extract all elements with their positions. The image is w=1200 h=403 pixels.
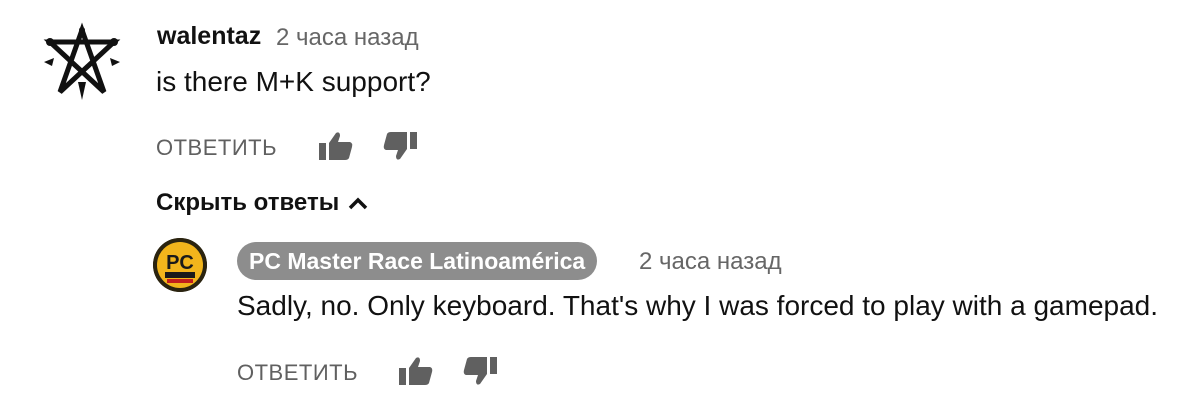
reply-text: Sadly, no. Only keyboard. That's why I w… (237, 290, 1159, 321)
comment-author[interactable]: walentaz (157, 22, 261, 51)
thumbs-up-icon[interactable] (398, 356, 434, 386)
reply-button[interactable]: ОТВЕТИТЬ (156, 135, 277, 161)
reply-timestamp[interactable]: 2 часа назад (639, 248, 782, 276)
thumbs-down-icon[interactable] (462, 356, 498, 386)
hide-replies-label: Скрыть ответы (156, 189, 340, 216)
reply-author-badge[interactable]: PC Master Race Latinoamérica (237, 242, 598, 280)
pentagram-icon[interactable] (40, 22, 124, 106)
avatar[interactable]: PC (153, 238, 207, 292)
avatar-logo-text: PC (166, 252, 194, 274)
thumbs-up-icon[interactable] (318, 131, 354, 161)
comment-text: is there M+K support? (156, 66, 431, 97)
reply-author: PC Master Race Latinoamérica (249, 247, 586, 274)
hide-replies-button[interactable]: Скрыть ответы (156, 189, 369, 217)
chevron-up-icon (348, 197, 368, 210)
comment-thread: walentaz 2 часа назад is there M+K suppo… (0, 0, 1200, 403)
comment-timestamp[interactable]: 2 часа назад (276, 24, 419, 52)
thumbs-down-icon[interactable] (382, 131, 418, 161)
reply-button[interactable]: ОТВЕТИТЬ (237, 360, 358, 386)
